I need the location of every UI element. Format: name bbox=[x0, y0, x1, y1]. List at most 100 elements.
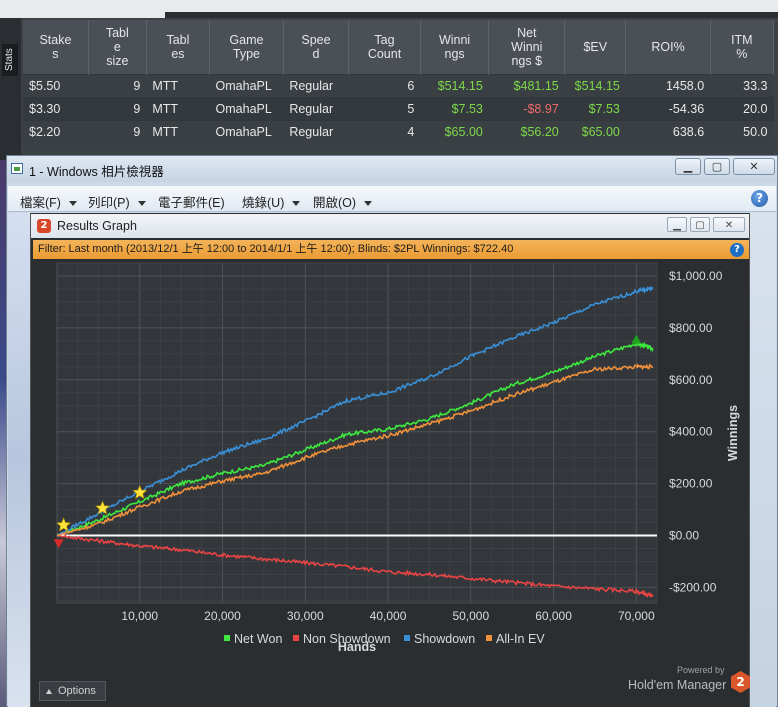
stats-cell-stake: $3.30 bbox=[23, 96, 89, 120]
chevron-up-icon bbox=[46, 688, 52, 694]
stats-cell-game: OmahaPL bbox=[209, 96, 284, 120]
filter-bar: Filter: Last month (2013/12/1 上午 12:00 t… bbox=[33, 240, 749, 259]
stats-column-header[interactable]: Tabl es bbox=[146, 20, 211, 74]
stats-side-label[interactable]: Stats bbox=[2, 44, 18, 76]
close-button[interactable]: ✕ bbox=[733, 158, 775, 175]
y-axis-label: Winnings bbox=[726, 405, 740, 461]
menu-burn[interactable]: 燒錄(U) bbox=[242, 192, 301, 211]
brand-logo-icon: 2 bbox=[731, 671, 750, 693]
rg-close-button[interactable]: ✕ bbox=[713, 217, 745, 232]
stats-cell-itm: 20.0 bbox=[710, 96, 774, 120]
stats-cell-net: -$8.97 bbox=[488, 96, 565, 120]
stats-column-header[interactable]: Winni ngs bbox=[420, 20, 490, 74]
menu-burn-label: 燒錄(U) bbox=[242, 196, 285, 210]
menu-file[interactable]: 檔案(F) bbox=[20, 192, 77, 211]
minimize-button[interactable]: ▁ bbox=[675, 158, 701, 175]
menu-print[interactable]: 列印(P) bbox=[88, 192, 146, 211]
stats-column-header[interactable]: $EV bbox=[564, 20, 627, 74]
photo-viewer-icon bbox=[11, 163, 23, 174]
viewer-titlebar[interactable]: 1 - Windows 相片檢視器 ▁ ▢ ✕ bbox=[7, 156, 777, 182]
legend-swatch bbox=[486, 635, 492, 641]
stats-cell-stake: $2.20 bbox=[23, 119, 89, 143]
menu-email[interactable]: 電子郵件(E) bbox=[158, 192, 225, 211]
minimize-icon: ▁ bbox=[673, 220, 681, 231]
stats-column-header[interactable]: Game Type bbox=[209, 20, 284, 74]
stats-column-header[interactable]: Tabl e size bbox=[88, 20, 147, 74]
x-tick-label: 60,000 bbox=[535, 609, 572, 623]
stats-cell-ev: $65.00 bbox=[564, 119, 626, 143]
stats-cell-roi: 638.6 bbox=[625, 119, 711, 143]
y-tick-label: $0.00 bbox=[669, 529, 699, 543]
table-row[interactable]: $5.50 9 MTT OmahaPL Regular 6 $514.15 $481.15 $5… bbox=[23, 73, 774, 97]
stats-cell-speed: Regular bbox=[283, 73, 349, 97]
table-row[interactable]: $3.30 9 MTT OmahaPL Regular 5 $7.53 -$8.97 $7.53… bbox=[23, 96, 774, 120]
stats-side-tab[interactable]: Stats bbox=[0, 18, 21, 160]
x-tick-label: 20,000 bbox=[204, 609, 241, 623]
stats-table-body: $5.50 9 MTT OmahaPL Regular 6 $514.15 $481.15 $5… bbox=[23, 73, 774, 143]
stats-cell-net: $56.20 bbox=[488, 119, 565, 143]
legend-swatch bbox=[293, 635, 299, 641]
stats-column-header[interactable]: Spee d bbox=[283, 20, 350, 74]
stats-cell-net: $481.15 bbox=[488, 73, 565, 97]
stats-column-header[interactable]: Stake s bbox=[23, 20, 89, 74]
table-row[interactable]: $2.20 9 MTT OmahaPL Regular 4 $65.00 $56.20 $65.… bbox=[23, 119, 774, 143]
maximize-button[interactable]: ▢ bbox=[704, 158, 730, 175]
stats-column-header[interactable]: ITM % bbox=[710, 20, 775, 74]
legend-swatch bbox=[404, 635, 410, 641]
x-tick-label: 40,000 bbox=[370, 609, 407, 623]
stats-header-row: Stake s Tabl e size Tabl es Game Type Spee d… bbox=[23, 20, 775, 74]
stats-cell-game: OmahaPL bbox=[209, 73, 284, 97]
menu-open[interactable]: 開啟(O) bbox=[313, 192, 373, 211]
chevron-down-icon bbox=[68, 201, 77, 207]
stats-cell-tag-count: 4 bbox=[348, 119, 421, 143]
stats-cell-roi: 1458.0 bbox=[625, 73, 711, 97]
stats-cell-winnings: $7.53 bbox=[420, 96, 489, 120]
legend-label: Net Won bbox=[234, 632, 282, 646]
stats-cell-speed: Regular bbox=[283, 119, 349, 143]
chevron-down-icon bbox=[292, 201, 301, 207]
results-graph-title: Results Graph bbox=[57, 219, 137, 233]
stats-cell-stake: $5.50 bbox=[23, 73, 89, 97]
results-chart: 10,000 20,000 30,000 40,000 50,000 60,000 70,0… bbox=[53, 262, 740, 654]
menu-print-label: 列印(P) bbox=[88, 196, 130, 210]
legend-label: All-In EV bbox=[496, 632, 545, 646]
y-tick-label: $800.00 bbox=[669, 321, 713, 335]
stats-cell-winnings: $65.00 bbox=[420, 119, 489, 143]
brand-name: Hold'em Manager bbox=[628, 678, 727, 692]
stats-column-header[interactable]: Net Winni ngs $ bbox=[488, 20, 566, 74]
stats-cell-tables: MTT bbox=[146, 119, 210, 143]
help-icon[interactable]: ? bbox=[751, 190, 768, 207]
stats-cell-speed: Regular bbox=[283, 96, 349, 120]
stats-column-header[interactable]: ROI% bbox=[625, 20, 711, 74]
viewer-title: 1 - Windows 相片檢視器 bbox=[29, 165, 164, 179]
rg-minimize-button[interactable]: ▁ bbox=[667, 217, 687, 232]
stats-cell-winnings: $514.15 bbox=[420, 73, 489, 97]
maximize-icon: ▢ bbox=[711, 160, 723, 173]
close-icon: ✕ bbox=[749, 160, 759, 173]
stats-cell-table-size: 9 bbox=[88, 96, 147, 120]
x-tick-label: 50,000 bbox=[452, 609, 489, 623]
y-tick-label: $200.00 bbox=[669, 477, 713, 491]
stats-column-header[interactable]: Tag Count bbox=[348, 20, 421, 74]
rg-maximize-button[interactable]: ▢ bbox=[690, 217, 710, 232]
results-graph-titlebar[interactable]: 2 Results Graph ▁ ▢ ✕ bbox=[31, 214, 749, 238]
chevron-down-icon bbox=[137, 201, 146, 207]
stats-cell-roi: -54.36 bbox=[625, 96, 711, 120]
menu-open-label: 開啟(O) bbox=[313, 196, 357, 210]
stats-cell-tag-count: 5 bbox=[348, 96, 421, 120]
stats-cell-ev: $7.53 bbox=[564, 96, 626, 120]
photo-background-left bbox=[8, 213, 30, 707]
stats-cell-table-size: 9 bbox=[88, 73, 147, 97]
hem-logo-icon: 2 bbox=[37, 219, 51, 233]
stats-table: Stake s Tabl e size Tabl es Game Type Spee d… bbox=[23, 20, 775, 143]
minimize-icon: ▁ bbox=[683, 160, 693, 173]
photo-area: 2 Results Graph ▁ ▢ ✕ Filter: Last month… bbox=[8, 213, 776, 707]
options-button[interactable]: Options bbox=[39, 681, 106, 701]
legend-swatch bbox=[224, 635, 230, 641]
stats-toolbar bbox=[165, 12, 778, 18]
x-tick-label: 10,000 bbox=[121, 609, 158, 623]
stats-cell-tables: MTT bbox=[146, 73, 210, 97]
filter-help-icon[interactable]: ? bbox=[730, 243, 744, 257]
x-tick-label: 70,000 bbox=[618, 609, 655, 623]
stats-cell-game: OmahaPL bbox=[209, 119, 284, 143]
